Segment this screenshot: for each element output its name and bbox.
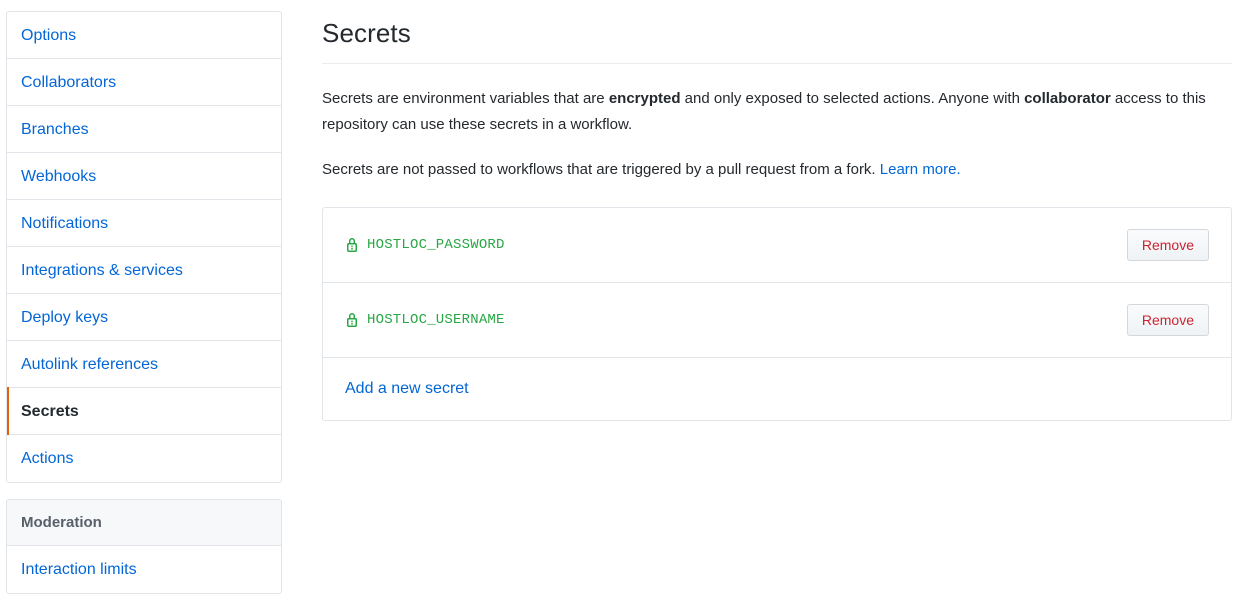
sidebar-item-label: Interaction limits [21, 561, 137, 578]
main-content: Secrets Secrets are environment variable… [322, 0, 1232, 421]
description-bold-encrypted: encrypted [608, 90, 681, 107]
sidebar-item-integrations-and-services[interactable]: Integrations & services [7, 247, 281, 294]
settings-menu-box: Options Collaborators Branches Webhooks … [6, 11, 282, 483]
lock-icon [345, 237, 359, 253]
description-text-part-2: and only exposed to selected actions. An… [680, 90, 1025, 107]
secrets-list-box: HOSTLOC_PASSWORD Remove HOSTLOC_USERNAME… [322, 207, 1232, 421]
secret-row-left: HOSTLOC_PASSWORD [345, 237, 505, 253]
sidebar-item-label: Options [21, 27, 77, 44]
sidebar-item-label: Integrations & services [21, 262, 183, 279]
sidebar-item-interaction-limits[interactable]: Interaction limits [7, 546, 281, 593]
moderation-menu-box: Moderation Interaction limits [6, 499, 282, 594]
sidebar-item-collaborators[interactable]: Collaborators [7, 59, 281, 106]
secrets-description-paragraph: Secrets are environment variables that a… [322, 86, 1232, 138]
secret-name: HOSTLOC_USERNAME [367, 312, 505, 328]
sidebar-item-label: Collaborators [21, 74, 117, 91]
secret-row: HOSTLOC_PASSWORD Remove [323, 208, 1231, 283]
sidebar-item-label: Webhooks [21, 168, 97, 185]
sidebar-item-label: Notifications [21, 215, 109, 232]
learn-more-link[interactable]: Learn more. [880, 161, 961, 178]
secrets-box-footer: Add a new secret [323, 358, 1231, 420]
sidebar-item-label: Autolink references [21, 356, 158, 373]
sidebar-item-webhooks[interactable]: Webhooks [7, 153, 281, 200]
page-title: Secrets [322, 0, 1232, 64]
sidebar-item-secrets[interactable]: Secrets [7, 387, 281, 435]
sidebar-item-label: Deploy keys [21, 309, 109, 326]
sidebar-item-branches[interactable]: Branches [7, 106, 281, 153]
sidebar-item-notifications[interactable]: Notifications [7, 200, 281, 247]
description-text-part-1: Secrets are environment variables that a… [322, 90, 609, 107]
moderation-section-header: Moderation [7, 500, 281, 546]
sidebar-item-label: Secrets [21, 403, 79, 420]
add-new-secret-link[interactable]: Add a new secret [345, 380, 469, 398]
remove-secret-button[interactable]: Remove [1126, 229, 1209, 261]
sidebar-item-autolink-references[interactable]: Autolink references [7, 341, 281, 388]
sidebar-item-label: Branches [21, 121, 89, 138]
sidebar-item-deploy-keys[interactable]: Deploy keys [7, 294, 281, 341]
fork-notice-paragraph: Secrets are not passed to workflows that… [322, 157, 1232, 183]
secret-name: HOSTLOC_PASSWORD [367, 237, 505, 253]
lock-icon [345, 312, 359, 328]
sidebar-item-actions[interactable]: Actions [7, 435, 281, 482]
description-bold-collaborator: collaborator [1024, 90, 1111, 107]
sidebar-item-options[interactable]: Options [7, 12, 281, 59]
remove-secret-button[interactable]: Remove [1126, 304, 1209, 336]
settings-sidebar: Options Collaborators Branches Webhooks … [6, 11, 282, 594]
fork-notice-text: Secrets are not passed to workflows that… [322, 161, 880, 178]
sidebar-item-label: Actions [21, 450, 74, 467]
secret-row-left: HOSTLOC_USERNAME [345, 312, 505, 328]
secret-row: HOSTLOC_USERNAME Remove [323, 283, 1231, 358]
